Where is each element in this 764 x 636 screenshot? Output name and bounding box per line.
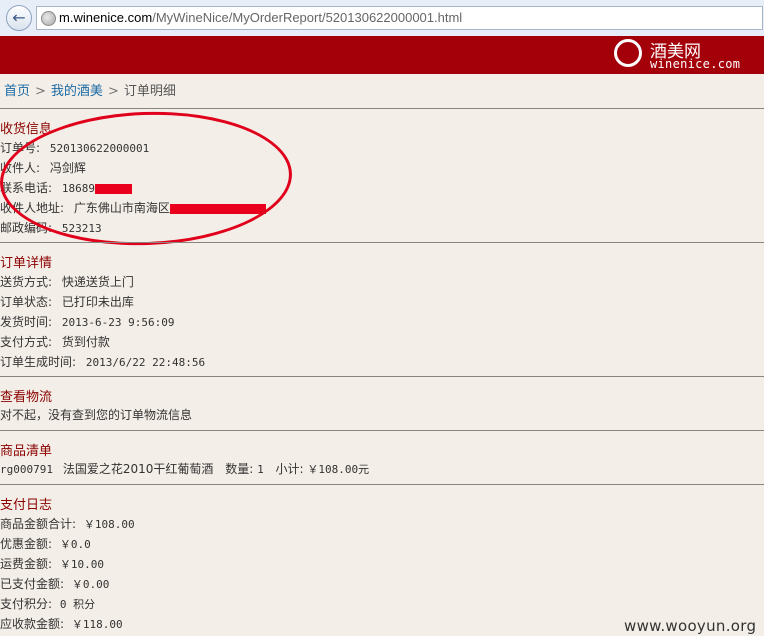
order-status-row: 订单状态: 已打印未出库 bbox=[0, 293, 134, 310]
order-detail-title: 订单详情 bbox=[0, 256, 53, 271]
created-time-row: 订单生成时间: 2013/6/22 22:48:56 bbox=[0, 353, 205, 370]
delivery-label: 送货方式: bbox=[0, 275, 53, 289]
divider bbox=[0, 376, 764, 377]
amount-due-value: ￥118.00 bbox=[71, 618, 123, 631]
ship-time-label: 发货时间: bbox=[0, 315, 53, 329]
goods-total-label: 商品金额合计: bbox=[0, 517, 77, 531]
points-value: 0 积分 bbox=[59, 598, 96, 611]
breadcrumb-separator: > bbox=[107, 84, 119, 99]
payment-method-label: 支付方式: bbox=[0, 335, 53, 349]
ship-time-value: 2013-6-23 9:56:09 bbox=[61, 316, 175, 329]
payment-method-row: 支付方式: 货到付款 bbox=[0, 333, 110, 350]
breadcrumb-current: 订单明细 bbox=[123, 84, 176, 99]
globe-icon bbox=[41, 11, 56, 26]
winenice-logo-icon[interactable] bbox=[614, 39, 642, 67]
product-sku: rg000791 bbox=[0, 463, 53, 476]
payment-log-title: 支付日志 bbox=[0, 498, 53, 513]
product-name[interactable]: 法国爱之花2010干红葡萄酒 bbox=[63, 462, 214, 476]
product-list-title: 商品清单 bbox=[0, 444, 53, 459]
breadcrumb-my-winenice-link[interactable]: 我的酒美 bbox=[51, 84, 103, 99]
points-label: 支付积分: bbox=[0, 597, 53, 611]
logistics-title[interactable]: 查看物流 bbox=[0, 386, 52, 405]
goods-total-value: ￥108.00 bbox=[83, 518, 135, 531]
logo-english[interactable]: winenice.com bbox=[650, 57, 740, 71]
divider bbox=[0, 108, 764, 109]
url-path: /MyWineNice/MyOrderReport/52013062200000… bbox=[152, 10, 463, 25]
divider bbox=[0, 484, 764, 485]
wooyun-watermark: www.wooyun.org bbox=[624, 617, 757, 635]
ship-time-row: 发货时间: 2013-6-23 9:56:09 bbox=[0, 313, 174, 330]
order-status-value: 已打印未出库 bbox=[61, 295, 134, 309]
breadcrumb-home-link[interactable]: 首页 bbox=[4, 84, 30, 99]
amount-due-row: 应收款金额: ￥118.00 bbox=[0, 615, 123, 632]
points-row: 支付积分: 0 积分 bbox=[0, 595, 95, 612]
product-row: rg000791 法国爱之花2010干红葡萄酒 数量: 1 小计: ￥108.0… bbox=[0, 460, 369, 477]
created-time-label: 订单生成时间: bbox=[0, 355, 77, 369]
discount-label: 优惠金额: bbox=[0, 537, 53, 551]
browser-toolbar: ← m.winenice.com/MyWineNice/MyOrderRepor… bbox=[0, 0, 764, 37]
paid-value: ￥0.00 bbox=[71, 578, 110, 591]
divider bbox=[0, 430, 764, 431]
product-qty: 1 bbox=[257, 463, 264, 476]
url-text[interactable]: m.winenice.com/MyWineNice/MyOrderReport/… bbox=[59, 10, 462, 25]
shipping-fee-label: 运费金额: bbox=[0, 557, 53, 571]
created-time-value: 2013/6/22 22:48:56 bbox=[85, 356, 206, 369]
product-subtotal-label: 小计: bbox=[275, 462, 304, 476]
divider bbox=[0, 242, 764, 243]
delivery-row: 送货方式: 快递送货上门 bbox=[0, 273, 134, 290]
amount-due-label: 应收款金额: bbox=[0, 617, 65, 631]
discount-row: 优惠金额: ￥0.0 bbox=[0, 535, 91, 552]
shipping-fee-row: 运费金额: ￥10.00 bbox=[0, 555, 104, 572]
delivery-value: 快递送货上门 bbox=[61, 275, 134, 289]
paid-label: 已支付金额: bbox=[0, 577, 65, 591]
logistics-message: 对不起，没有查到您的订单物流信息 bbox=[0, 408, 193, 422]
goods-total-row: 商品金额合计: ￥108.00 bbox=[0, 515, 135, 532]
paid-row: 已支付金额: ￥0.00 bbox=[0, 575, 109, 592]
url-host: m.winenice.com bbox=[59, 10, 153, 25]
back-arrow-icon[interactable]: ← bbox=[6, 5, 32, 31]
breadcrumb: 首页 > 我的酒美 > 订单明细 bbox=[4, 80, 176, 99]
address-bar[interactable]: m.winenice.com/MyWineNice/MyOrderReport/… bbox=[36, 6, 763, 30]
product-subtotal: ￥108.00元 bbox=[307, 463, 370, 476]
breadcrumb-separator: > bbox=[35, 84, 46, 99]
product-qty-label: 数量: bbox=[225, 462, 254, 476]
payment-method-value: 货到付款 bbox=[61, 335, 110, 349]
discount-value: ￥0.0 bbox=[59, 538, 91, 551]
shipping-fee-value: ￥10.00 bbox=[59, 558, 104, 571]
order-status-label: 订单状态: bbox=[0, 295, 53, 309]
site-header: 酒美网 winenice.com bbox=[0, 36, 764, 74]
